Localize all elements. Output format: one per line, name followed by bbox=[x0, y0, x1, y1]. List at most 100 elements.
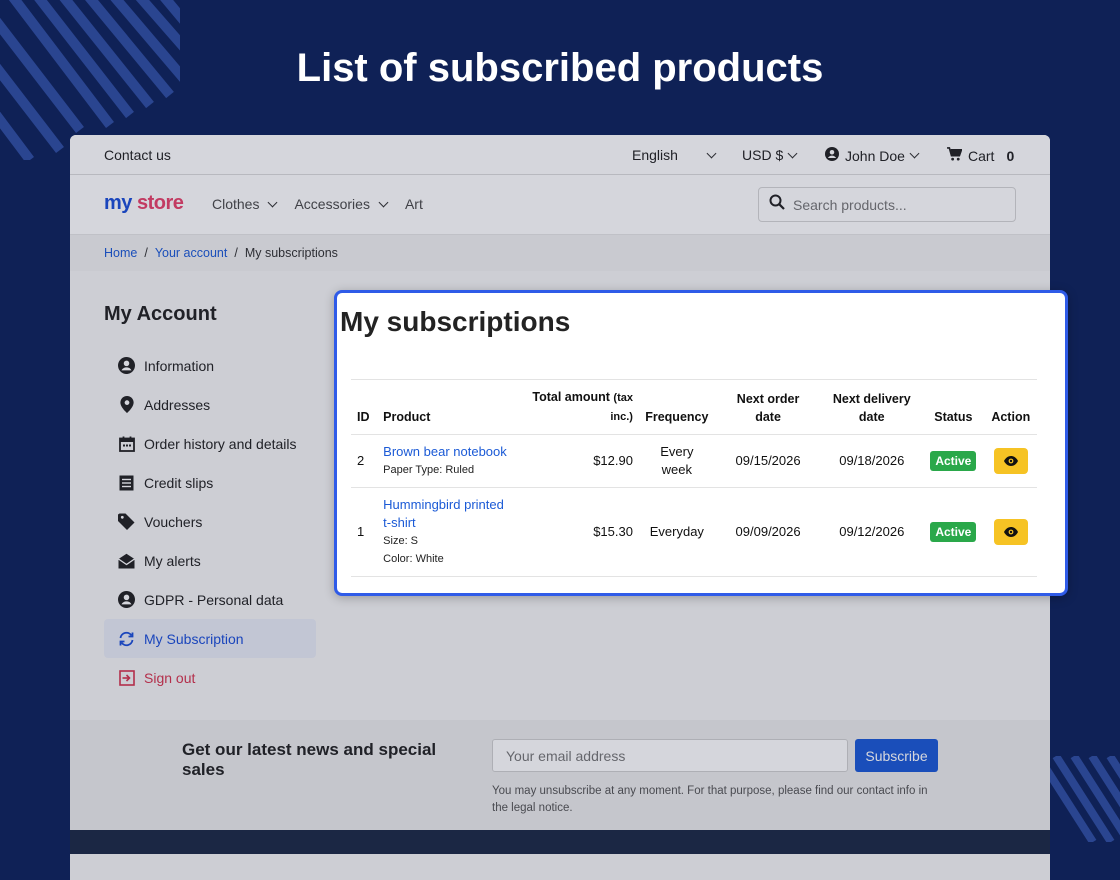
cell-frequency: Every week bbox=[638, 434, 715, 488]
header-product: Product bbox=[377, 379, 519, 435]
nav-label: Accessories bbox=[294, 196, 370, 212]
footer-band bbox=[70, 830, 1050, 854]
header-next-delivery-date: Next delivery date bbox=[821, 379, 923, 435]
search-box bbox=[758, 187, 1016, 222]
map-pin-icon bbox=[118, 396, 135, 413]
chevron-down-icon bbox=[268, 197, 278, 207]
cell-next-order: 09/15/2026 bbox=[714, 434, 822, 488]
store-logo[interactable]: my store bbox=[104, 192, 184, 215]
user-circle-icon bbox=[118, 591, 135, 608]
sidebar-item-label: Sign out bbox=[144, 669, 196, 686]
subscriptions-table: ID Product Total amount (tax inc.) Frequ… bbox=[351, 379, 1037, 577]
breadcrumb-bar: Home / Your account / My subscriptions bbox=[70, 235, 1050, 271]
refresh-icon bbox=[118, 630, 135, 647]
top-bar: Contact us English USD $ John Doe Cart 0 bbox=[70, 135, 1050, 175]
sidebar-item-information[interactable]: Information bbox=[104, 346, 316, 385]
subscriptions-title: My subscriptions bbox=[340, 306, 571, 337]
main-nav: Clothes Accessories Art bbox=[212, 196, 423, 212]
sidebar-item-label: Credit slips bbox=[144, 474, 214, 491]
status-badge: Active bbox=[930, 451, 977, 471]
sidebar-item-gdpr[interactable]: GDPR - Personal data bbox=[104, 580, 316, 619]
currency-label: USD $ bbox=[742, 147, 784, 163]
tag-icon bbox=[118, 513, 135, 530]
sidebar-item-vouchers[interactable]: Vouchers bbox=[104, 502, 316, 541]
nav-label: Clothes bbox=[212, 196, 260, 212]
product-attribute: Color: White bbox=[383, 553, 444, 565]
currency-selector[interactable]: USD $ bbox=[742, 147, 798, 163]
user-circle-icon bbox=[118, 357, 135, 374]
cell-status: Active bbox=[922, 434, 985, 488]
search-icon bbox=[769, 194, 785, 215]
sidebar-item-label: Information bbox=[144, 357, 215, 374]
cell-total: $12.90 bbox=[518, 434, 639, 488]
cell-product: Hummingbird printed t-shirt Size: S Colo… bbox=[377, 487, 519, 577]
account-sidebar: My Account Information Addresses Order h… bbox=[104, 303, 316, 697]
logo-store: store bbox=[136, 192, 184, 214]
user-menu[interactable]: John Doe bbox=[825, 147, 920, 164]
sidebar-item-label: My Subscription bbox=[144, 630, 244, 647]
breadcrumb-your-account[interactable]: Your account bbox=[155, 246, 228, 260]
sidebar-item-my-subscription[interactable]: My Subscription bbox=[104, 619, 316, 658]
subscriptions-card: My subscriptions ID Product Total amount… bbox=[334, 290, 1068, 596]
product-link[interactable]: Brown bear notebook bbox=[383, 443, 512, 461]
newsletter-section: Get our latest news and special sales Su… bbox=[70, 720, 1050, 830]
sidebar-item-sign-out[interactable]: Sign out bbox=[104, 658, 316, 697]
cell-product: Brown bear notebook Paper Type: Ruled bbox=[377, 434, 519, 488]
sidebar-title: My Account bbox=[104, 303, 217, 325]
header-frequency: Frequency bbox=[638, 379, 715, 435]
cell-frequency: Everyday bbox=[638, 487, 715, 577]
breadcrumb-home[interactable]: Home bbox=[104, 246, 137, 260]
cart-label: Cart bbox=[968, 147, 995, 164]
site-header: my store Clothes Accessories Art bbox=[70, 175, 1050, 235]
breadcrumb-separator: / bbox=[144, 246, 148, 260]
language-selector[interactable]: English bbox=[632, 147, 717, 163]
sidebar-item-order-history[interactable]: Order history and details bbox=[104, 424, 316, 463]
header-total-amount: Total amount (tax inc.) bbox=[518, 379, 639, 435]
status-badge: Active bbox=[930, 522, 977, 542]
breadcrumb-current: My subscriptions bbox=[244, 246, 338, 260]
sidebar-item-addresses[interactable]: Addresses bbox=[104, 385, 316, 424]
sidebar-item-label: Vouchers bbox=[144, 513, 203, 530]
cart-count: 0 bbox=[1006, 147, 1015, 164]
header-next-delivery-line: Next delivery bbox=[832, 392, 911, 406]
sidebar-item-my-alerts[interactable]: My alerts bbox=[104, 541, 316, 580]
cell-action bbox=[984, 434, 1037, 488]
decorative-stripes-bottom-right bbox=[1048, 756, 1120, 842]
table-row: 2 Brown bear notebook Paper Type: Ruled … bbox=[351, 434, 1037, 488]
view-subscription-button[interactable] bbox=[993, 448, 1028, 474]
header-next-order-date: Next order date bbox=[714, 379, 822, 435]
cell-id: 1 bbox=[351, 487, 378, 577]
newsletter-email-input[interactable] bbox=[492, 739, 848, 772]
document-icon bbox=[118, 474, 135, 491]
calendar-icon bbox=[118, 435, 135, 452]
header-total-small: inc.) bbox=[610, 411, 633, 423]
nav-item-art[interactable]: Art bbox=[405, 196, 423, 212]
chevron-down-icon bbox=[378, 197, 389, 207]
logo-my: my bbox=[104, 192, 132, 214]
language-label: English bbox=[632, 147, 678, 163]
table-row: 1 Hummingbird printed t-shirt Size: S Co… bbox=[351, 487, 1037, 577]
header-total-small: (tax bbox=[613, 392, 633, 404]
contact-us-link[interactable]: Contact us bbox=[104, 147, 171, 163]
header-next-order-line: date bbox=[755, 410, 781, 424]
sign-out-icon bbox=[118, 669, 135, 686]
newsletter-note: You may unsubscribe at any moment. For t… bbox=[492, 785, 928, 814]
search-input[interactable] bbox=[793, 196, 993, 213]
cart-link[interactable]: Cart 0 bbox=[947, 147, 1014, 164]
footer-area bbox=[70, 854, 1050, 880]
hero-title: List of subscribed products bbox=[296, 46, 824, 90]
subscribe-button[interactable]: Subscribe bbox=[855, 739, 938, 772]
product-link[interactable]: Hummingbird printed t-shirt bbox=[383, 496, 512, 532]
header-id: ID bbox=[351, 379, 378, 435]
product-attribute: Size: S bbox=[383, 535, 419, 547]
product-attribute: Paper Type: Ruled bbox=[383, 464, 475, 476]
cell-id: 2 bbox=[351, 434, 378, 488]
nav-item-accessories[interactable]: Accessories bbox=[294, 196, 389, 212]
view-subscription-button[interactable] bbox=[993, 519, 1028, 545]
cart-icon bbox=[947, 147, 963, 164]
sidebar-item-credit-slips[interactable]: Credit slips bbox=[104, 463, 316, 502]
chevron-down-icon bbox=[909, 148, 920, 159]
nav-label: Art bbox=[404, 196, 423, 212]
nav-item-clothes[interactable]: Clothes bbox=[212, 196, 278, 212]
breadcrumb: Home / Your account / My subscriptions bbox=[104, 246, 338, 260]
